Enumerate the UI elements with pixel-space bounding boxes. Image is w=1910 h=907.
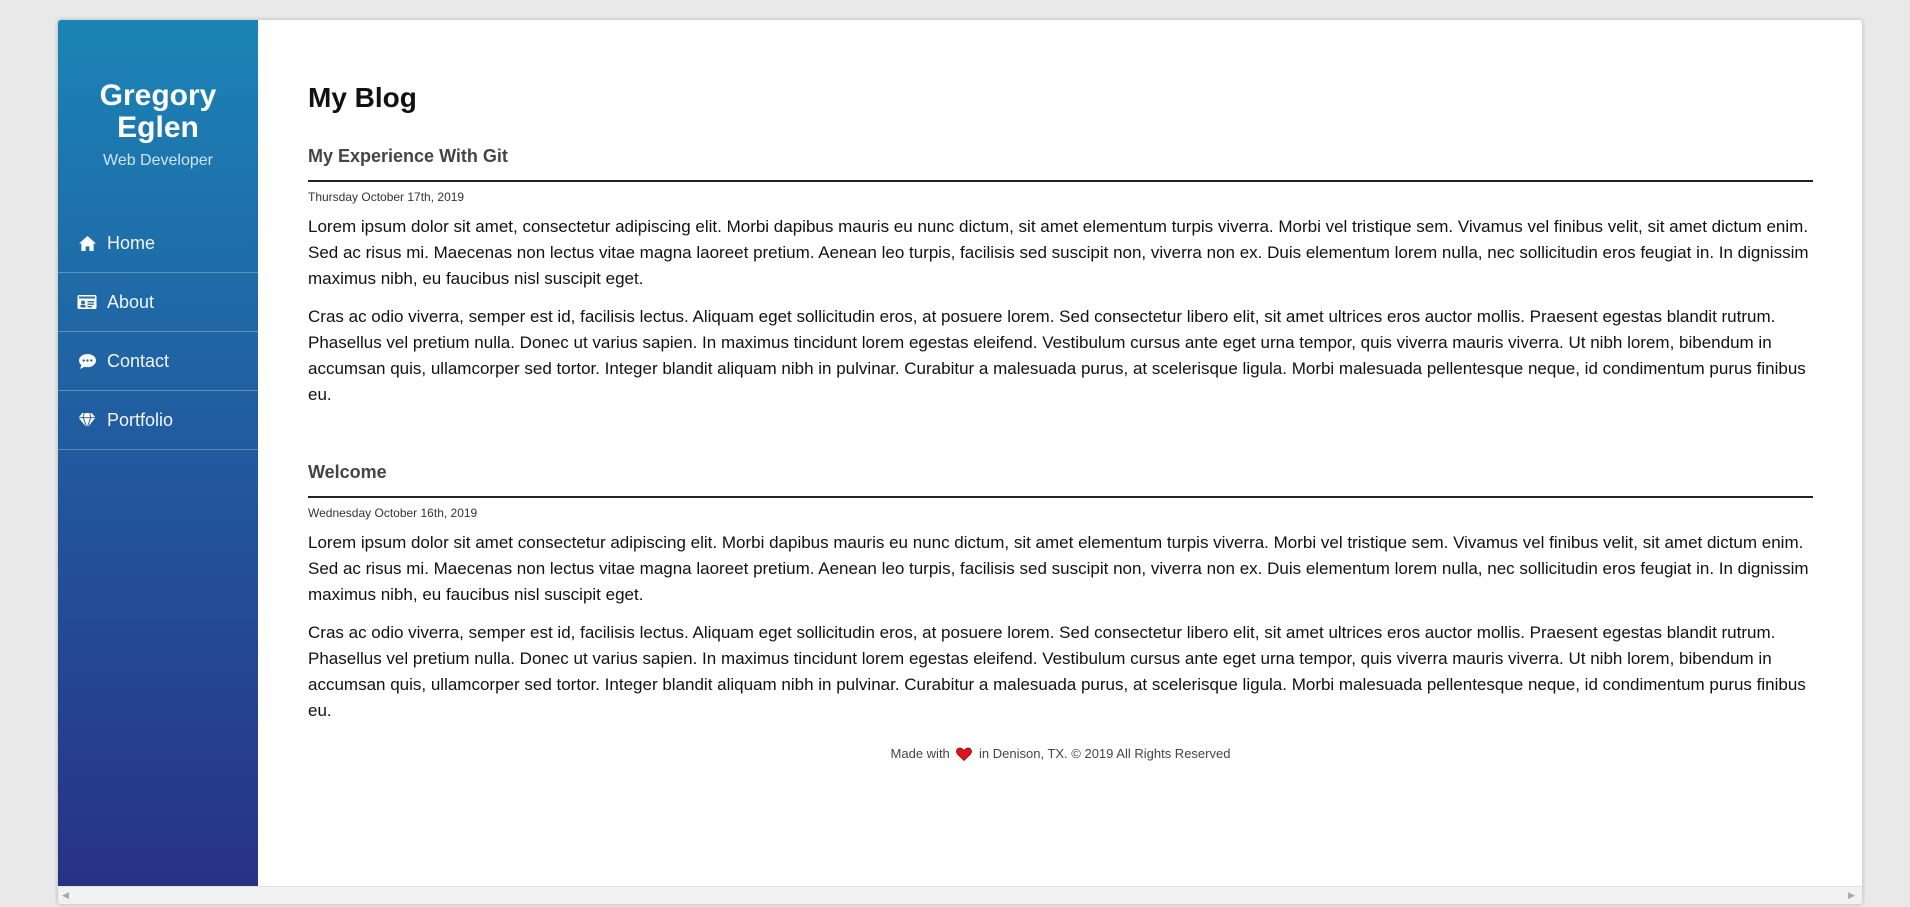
sidebar: Gregory Eglen Web Developer Home About C… (58, 20, 258, 886)
browser-window: Gregory Eglen Web Developer Home About C… (58, 20, 1862, 904)
scroll-left-icon[interactable]: ◀ (62, 891, 72, 901)
post-date: Thursday October 17th, 2019 (308, 190, 465, 204)
footer-text-before: Made with (890, 746, 950, 761)
post-paragraph: Lorem ipsum dolor sit amet consectetur a… (308, 533, 1809, 604)
page-title: My Blog (308, 82, 417, 113)
sidebar-item-about[interactable]: About (58, 273, 258, 332)
post-paragraph: Lorem ipsum dolor sit amet, consectetur … (308, 217, 1809, 288)
page-footer: Made with in Denison, TX. © 2019 All Rig… (308, 746, 1813, 764)
horizontal-scrollbar[interactable]: ◀ ▶ (58, 886, 1862, 904)
main-content: My Blog My Experience With Git Thursday … (308, 20, 1813, 764)
sidebar-item-contact[interactable]: Contact (58, 332, 258, 391)
profile: Gregory Eglen Web Developer (58, 20, 258, 170)
sidebar-item-label: Portfolio (107, 409, 174, 430)
profile-title: Web Developer (103, 152, 213, 169)
chat-bubble-icon (77, 351, 97, 371)
sidebar-item-home[interactable]: Home (58, 214, 258, 273)
blog-post: My Experience With Git Thursday October … (308, 146, 1813, 408)
post-title: My Experience With Git (308, 146, 1813, 182)
sidebar-item-portfolio[interactable]: Portfolio (58, 391, 258, 450)
home-icon (77, 233, 97, 253)
sidebar-item-label: Home (107, 232, 156, 253)
post-paragraph: Cras ac odio viverra, semper est id, fac… (308, 307, 1806, 404)
heart-icon (956, 747, 973, 764)
post-title: Welcome (308, 462, 1813, 498)
sidebar-nav: Home About Contact Portfolio (58, 214, 258, 450)
footer-text-after: in Denison, TX. © 2019 All Rights Reserv… (979, 746, 1231, 761)
blog-post: Welcome Wednesday October 16th, 2019 Lor… (308, 462, 1813, 724)
sidebar-item-label: About (107, 291, 155, 312)
post-paragraph: Cras ac odio viverra, semper est id, fac… (308, 623, 1806, 720)
profile-name: Gregory Eglen (99, 79, 217, 144)
sidebar-item-label: Contact (107, 350, 170, 371)
id-card-icon (77, 292, 97, 312)
scroll-right-icon[interactable]: ▶ (1848, 891, 1858, 901)
post-date: Wednesday October 16th, 2019 (308, 506, 478, 520)
diamond-icon (77, 410, 97, 430)
